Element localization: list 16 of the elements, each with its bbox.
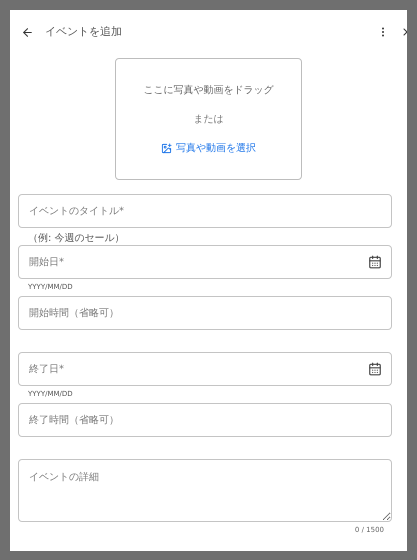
add-image-icon [161,142,172,154]
calendar-icon[interactable] [368,255,382,269]
text-field[interactable]: 開始時間（省略可） [18,296,392,330]
back-arrow-icon [20,26,34,38]
calendar-icon[interactable] [368,362,382,376]
date-field[interactable]: 開始日* [18,245,392,279]
text-field[interactable]: イベントのタイトル* [18,194,392,228]
details-field[interactable]: イベントの詳細 [18,459,392,522]
date-field[interactable]: 終了日* [18,352,392,386]
select-media-link[interactable]: 写真や動画を選択 [161,140,256,156]
drag-hint: ここに写真や動画をドラッグ [144,84,274,98]
text-field[interactable]: 終了時間（省略可） [18,403,392,437]
or-text: または [194,112,224,126]
upload-dropzone[interactable]: ここに写真や動画をドラッグ または 写真や動画を選択 [115,58,302,180]
dialog-title: イベントを追加 [45,24,122,40]
helper-text: （例: 今週のセール） [28,232,126,245]
